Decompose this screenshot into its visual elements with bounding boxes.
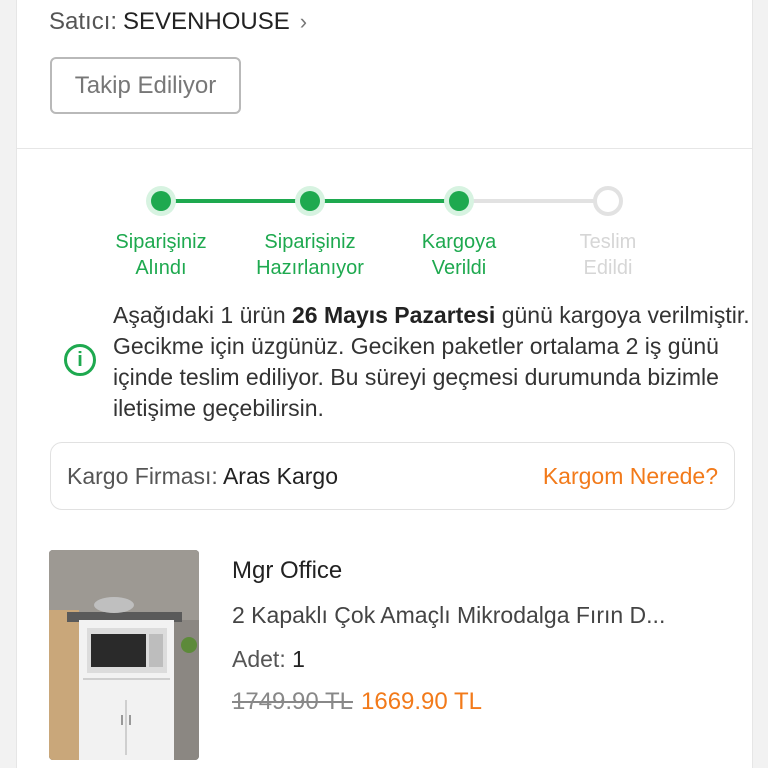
step-dot-preparing — [295, 186, 325, 216]
progress-line-1 — [162, 199, 310, 203]
old-price: 1749.90 TL — [232, 688, 353, 715]
progress-line-3 — [460, 199, 608, 203]
step-dot-received — [146, 186, 176, 216]
product-image[interactable] — [49, 550, 199, 760]
order-card: Satıcı: SEVENHOUSE › Takip Ediliyor Sipa… — [16, 0, 753, 768]
seller-name[interactable]: SEVENHOUSE — [123, 8, 290, 36]
product-price: 1749.90 TL 1669.90 TL — [232, 688, 482, 716]
step-label-delivered: Teslim Edildi — [579, 231, 637, 279]
divider — [17, 148, 752, 149]
seller-row[interactable]: Satıcı: SEVENHOUSE › — [49, 8, 307, 36]
step-label-shipped: Kargoya Verildi — [421, 231, 497, 279]
product-name[interactable]: 2 Kapaklı Çok Amaçlı Mikrodalga Fırın D.… — [232, 602, 665, 629]
cargo-box: Kargo Firması: Aras Kargo Kargom Nerede? — [50, 442, 735, 510]
info-icon: i — [64, 344, 96, 376]
track-shipment-link[interactable]: Kargom Nerede? — [543, 463, 718, 490]
step-label-preparing: Siparişiniz Hazırlanıyor — [256, 231, 364, 279]
product-quantity: Adet: 1 — [232, 646, 305, 672]
microwave-cabinet-image — [49, 550, 199, 760]
chevron-right-icon[interactable]: › — [300, 9, 307, 35]
product-brand[interactable]: Mgr Office — [232, 557, 342, 585]
new-price: 1669.90 TL — [361, 688, 482, 715]
progress-line-2 — [310, 199, 460, 203]
ship-date: 26 Mayıs Pazartesi — [292, 302, 496, 328]
step-dot-shipped — [444, 186, 474, 216]
step-label-received: Siparişiniz Alındı — [115, 231, 207, 279]
follow-button[interactable]: Takip Ediliyor — [50, 57, 241, 114]
step-dot-delivered — [593, 186, 623, 216]
shipping-notice: Aşağıdaki 1 ürün 26 Mayıs Pazartesi günü… — [113, 302, 750, 421]
cargo-company: Kargo Firması: Aras Kargo — [67, 463, 339, 489]
seller-label: Satıcı: — [49, 8, 118, 35]
